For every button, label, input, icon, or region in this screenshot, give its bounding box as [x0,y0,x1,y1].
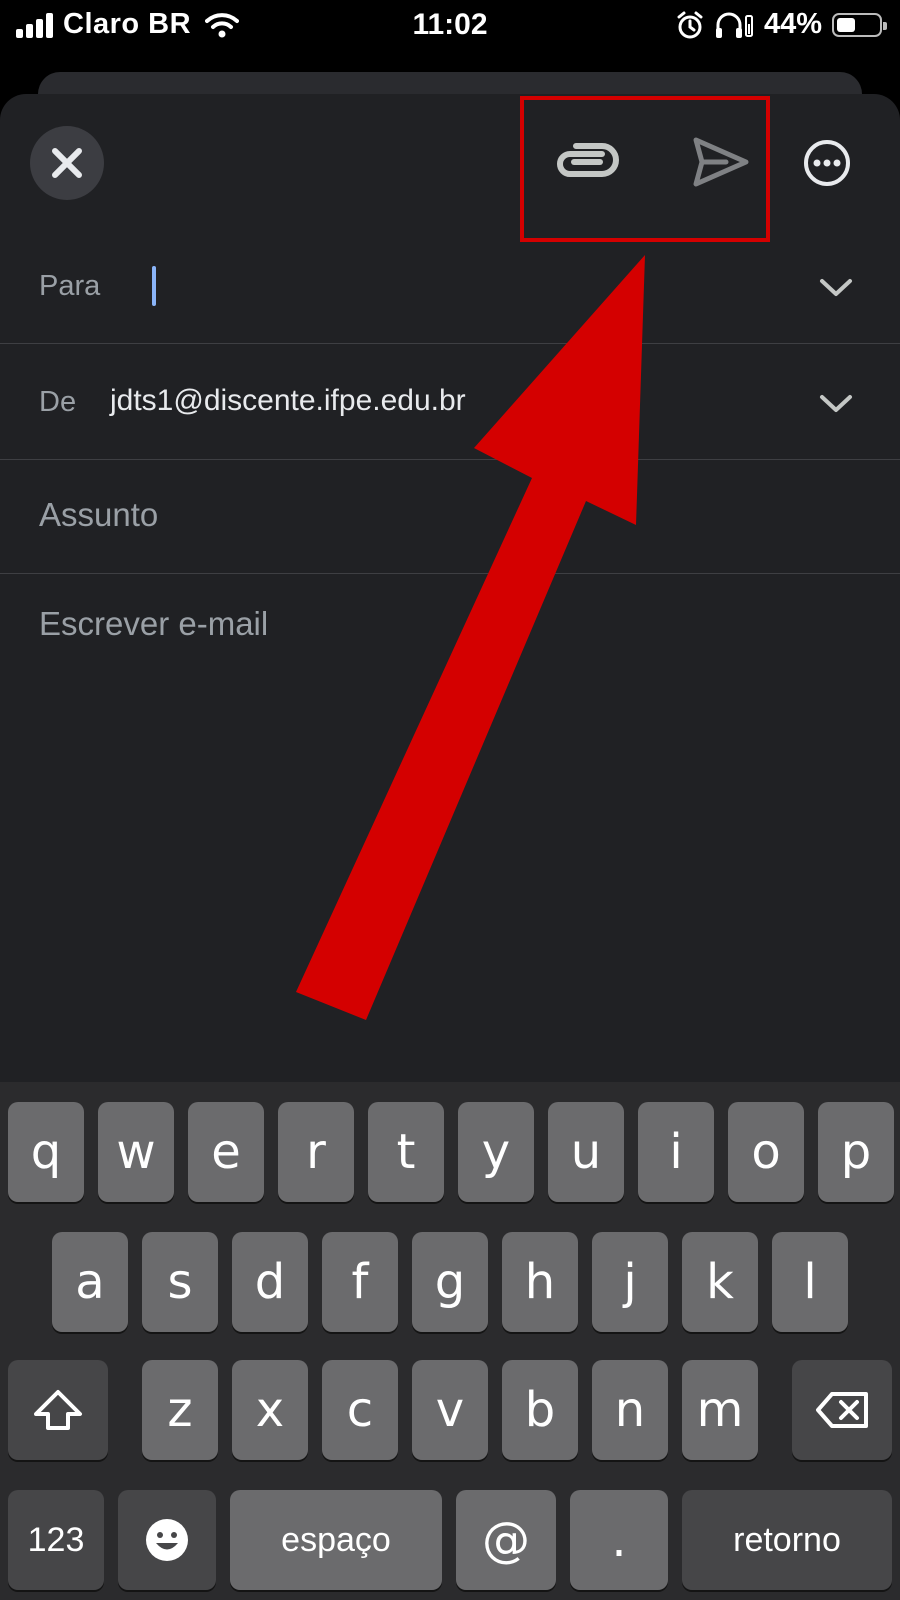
backspace-icon [816,1392,868,1428]
key-p[interactable]: p [818,1102,894,1202]
battery-icon [832,12,887,37]
key-c[interactable]: c [322,1360,398,1460]
key-q[interactable]: q [8,1102,84,1202]
battery-cap [883,21,887,30]
key-s[interactable]: s [142,1232,218,1332]
keyboard: qwertyuiop asdfghjkl zxcvbnm 123 espaço … [0,1082,900,1600]
shift-key[interactable] [8,1360,108,1460]
shift-icon [34,1390,82,1430]
key-z[interactable]: z [142,1360,218,1460]
subject-field[interactable]: Assunto [0,460,900,574]
space-key[interactable]: espaço [230,1490,442,1590]
backspace-key[interactable] [792,1360,892,1460]
return-key[interactable]: retorno [682,1490,892,1590]
close-button[interactable] [30,126,104,200]
from-label: De [39,386,77,418]
status-right: 44% [676,8,887,41]
body-placeholder[interactable]: Escrever e-mail [39,605,268,643]
emoji-key[interactable] [118,1490,216,1590]
at-key[interactable]: @ [456,1490,556,1590]
to-field-row[interactable]: Para [0,230,900,344]
key-g[interactable]: g [412,1232,488,1332]
key-n[interactable]: n [592,1360,668,1460]
close-icon [52,148,82,178]
key-j[interactable]: j [592,1232,668,1332]
key-r[interactable]: r [278,1102,354,1202]
more-options-button[interactable] [802,138,852,188]
status-bar: Claro BR 11:02 44% [0,0,900,52]
from-address: jdts1@discente.ifpe.edu.br [110,384,466,417]
key-k[interactable]: k [682,1232,758,1332]
battery-percent: 44% [763,8,822,40]
key-u[interactable]: u [548,1102,624,1202]
more-horizontal-icon [804,140,850,186]
key-i[interactable]: i [638,1102,714,1202]
key-l[interactable]: l [772,1232,848,1332]
key-o[interactable]: o [728,1102,804,1202]
headphones-icon [715,12,753,38]
dot-key[interactable]: . [570,1490,668,1590]
text-cursor [152,266,156,306]
alarm-icon [677,11,703,38]
numbers-key[interactable]: 123 [8,1490,104,1590]
chevron-down-icon[interactable] [818,391,854,415]
subject-placeholder: Assunto [39,496,159,533]
emoji-icon [146,1519,188,1561]
key-m[interactable]: m [682,1360,758,1460]
from-field-row[interactable]: De jdts1@discente.ifpe.edu.br [0,344,900,460]
key-y[interactable]: y [458,1102,534,1202]
key-b[interactable]: b [502,1360,578,1460]
key-a[interactable]: a [52,1232,128,1332]
key-x[interactable]: x [232,1360,308,1460]
key-f[interactable]: f [322,1232,398,1332]
key-t[interactable]: t [368,1102,444,1202]
battery-fill [837,17,855,32]
key-e[interactable]: e [188,1102,264,1202]
highlight-box [520,96,770,242]
key-d[interactable]: d [232,1232,308,1332]
key-w[interactable]: w [98,1102,174,1202]
key-v[interactable]: v [412,1360,488,1460]
key-h[interactable]: h [502,1232,578,1332]
chevron-down-icon[interactable] [818,275,854,299]
to-label: Para [39,270,101,302]
